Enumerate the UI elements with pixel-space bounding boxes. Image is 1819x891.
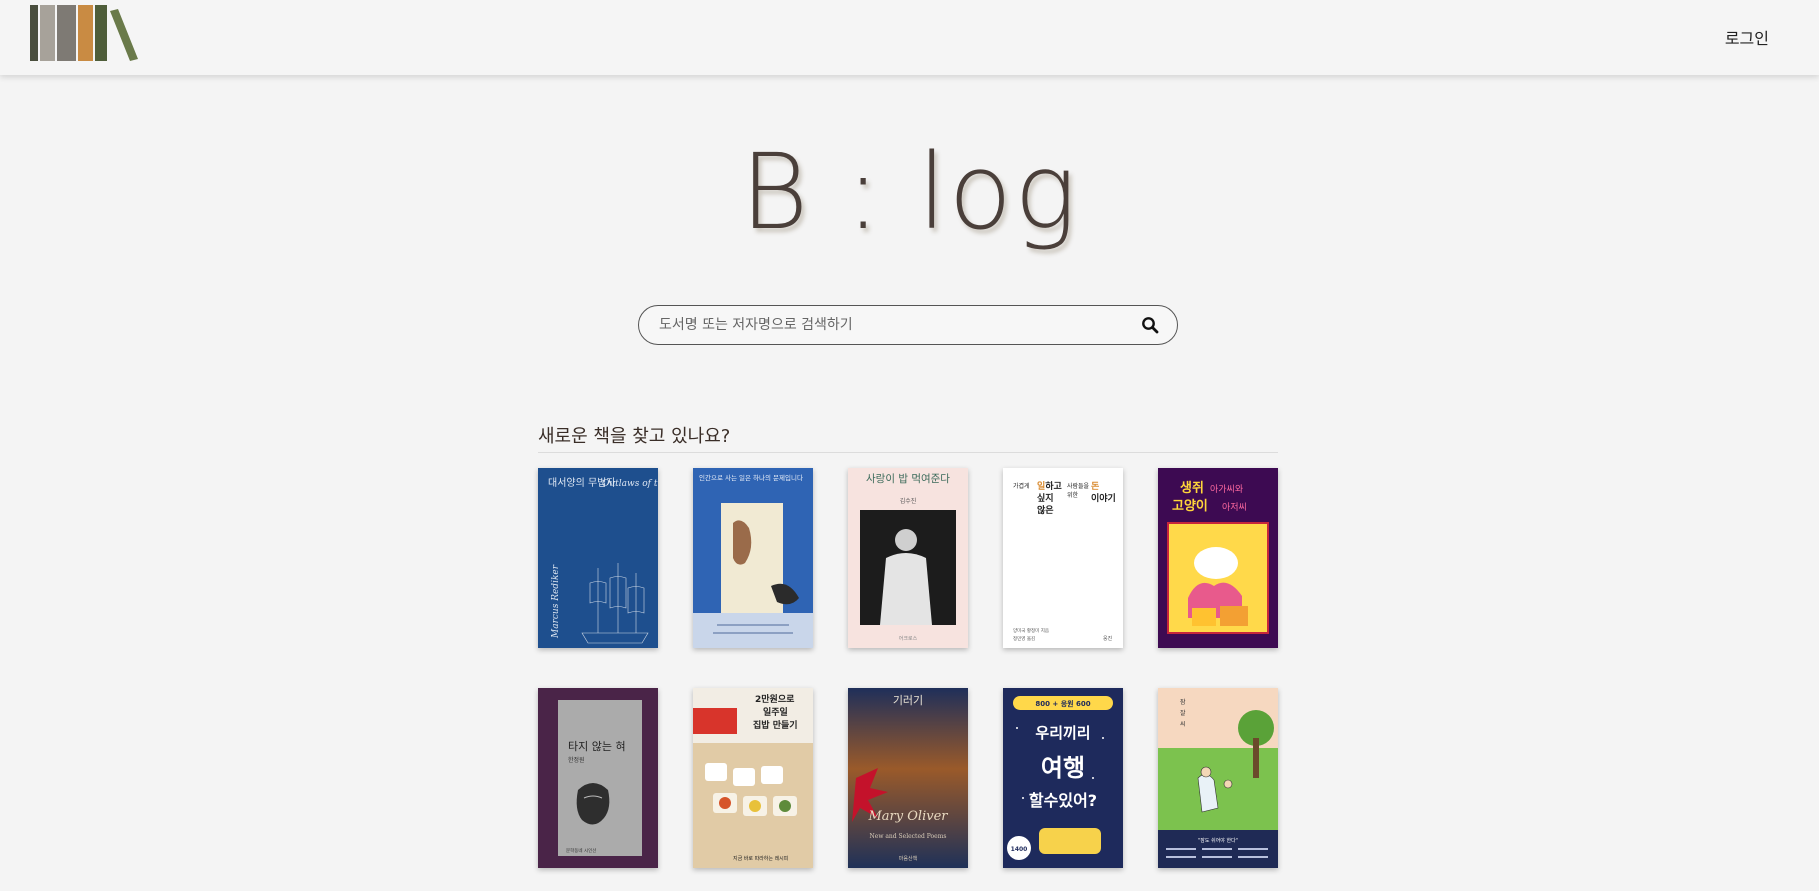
svg-text:사람들을: 사람들을 [1067,482,1090,490]
book-cover-art: 800 + 응원 600 우리끼리 여행 할수있어? 1400 [1003,688,1123,868]
book-cover[interactable]: 2만원으로 일주일 집밥 만들기 지금 바로 따라하는 레시피 [693,688,813,868]
book-cover-art: 인간으로 사는 일은 하나의 문제입니다 [693,468,813,648]
svg-text:않은: 않은 [1037,504,1054,516]
book-cover[interactable]: 800 + 응원 600 우리끼리 여행 할수있어? 1400 [1003,688,1123,868]
book-cover-art: 잠 잘 씨 "잠도 쉬어야 한다" [1158,688,1278,868]
svg-text:생쥐: 생쥐 [1180,481,1204,496]
svg-text:마음산책: 마음산책 [899,855,918,862]
cover-author: 한정원 [568,756,585,764]
logo-spine-1 [30,5,38,61]
svg-text:여행: 여행 [1041,754,1085,782]
cover-title: 타지 않는 혀 [568,740,626,753]
book-cover[interactable]: 인간으로 사는 일은 하나의 문제입니다 [693,468,813,648]
svg-text:지금 바로 따라하는 레시피: 지금 바로 따라하는 레시피 [733,855,788,862]
cover-author: 김수진 [900,497,917,505]
cover-author: Mary Oliver [868,809,949,824]
svg-text:아가씨와: 아가씨와 [1210,483,1243,495]
cover-title: 사랑이 밥 먹여준다 [866,473,950,485]
svg-text:잘: 잘 [1180,709,1186,717]
book-cover-art: 기러기 Mary Oliver New and Selected Poems 마… [848,688,968,868]
svg-text:돈: 돈 [1091,481,1099,492]
svg-text:일주일: 일주일 [763,706,788,718]
book-cover-art: 가겹게 일하고 싶지 않은 사람들을 위한 돈 이야기 양미국 황정미 지음 정… [1003,468,1123,648]
svg-text:고양이: 고양이 [1172,498,1208,514]
book-cover[interactable]: 사랑이 밥 먹여준다 김수진 어크로스 [848,468,968,648]
login-link[interactable]: 로그인 [1725,25,1769,49]
book-cover-art: 대서양의 무법자 Outlaws of the Atlantic Marcus … [538,468,658,648]
book-cover-art: 사랑이 밥 먹여준다 김수진 어크로스 [848,468,968,648]
book-cover-art: 타지 않는 혀 한정원 문학동네 시인선 [538,688,658,868]
logo-spine-2 [40,5,55,61]
cover-title: 인간으로 사는 일은 하나의 문제입니다 [699,473,803,482]
svg-text:가겹게: 가겹게 [1013,482,1030,490]
logo[interactable] [30,5,140,61]
svg-text:집밥 만들기: 집밥 만들기 [753,719,798,731]
svg-text:잠: 잠 [1180,699,1186,706]
cover-subtitle: Outlaws of the Atlantic [602,479,658,489]
book-cover[interactable]: 가겹게 일하고 싶지 않은 사람들을 위한 돈 이야기 양미국 황정미 지음 정… [1003,468,1123,648]
section-title: 새로운 책을 찾고 있나요? [538,426,731,447]
book-cover[interactable]: 생쥐 아가씨와 고양이 아저씨 [1158,468,1278,648]
site-title: B : log [740,131,1079,253]
logo-spine-6 [110,9,138,61]
book-cover[interactable]: 잠 잘 씨 "잠도 쉬어야 한다" [1158,688,1278,868]
book-cover[interactable]: 기러기 Mary Oliver New and Selected Poems 마… [848,688,968,868]
search-icon[interactable] [1141,316,1159,334]
cover-title: 기러기 [893,694,923,707]
svg-text:"잠도 쉬어야 한다": "잠도 쉬어야 한다" [1198,837,1238,844]
svg-text:웅진: 웅진 [1103,635,1113,642]
search-bar [638,305,1178,345]
svg-text:문학동네 시인선: 문학동네 시인선 [566,847,596,854]
svg-text:양미국 황정미 지음: 양미국 황정미 지음 [1013,627,1049,634]
section-divider [538,452,1278,453]
book-cover-art: 2만원으로 일주일 집밥 만들기 지금 바로 따라하는 레시피 [693,688,813,868]
book-cover-art: 생쥐 아가씨와 고양이 아저씨 [1158,468,1278,648]
search-input[interactable] [659,306,1119,344]
svg-text:2만원으로: 2만원으로 [755,693,795,705]
svg-text:일하고: 일하고 [1037,480,1062,492]
book-cover[interactable]: 대서양의 무법자 Outlaws of the Atlantic Marcus … [538,468,658,648]
logo-spine-5 [95,5,107,61]
top-header: 로그인 [0,0,1819,75]
svg-text:어크로스: 어크로스 [899,635,918,642]
svg-text:할수있어?: 할수있어? [1029,791,1097,810]
book-cover[interactable]: 타지 않는 혀 한정원 문학동네 시인선 [538,688,658,868]
svg-text:위한: 위한 [1067,491,1079,499]
cover-author: Marcus Rediker [551,564,561,639]
svg-text:아저씨: 아저씨 [1222,502,1247,513]
cover-subtitle: New and Selected Poems [870,833,947,840]
svg-text:우리끼리: 우리끼리 [1035,724,1090,742]
cover-badge: 1400 [1011,846,1028,853]
svg-text:씨: 씨 [1180,721,1186,728]
svg-text:800 + 응원 600: 800 + 응원 600 [1035,699,1090,708]
logo-spine-4 [78,5,93,61]
svg-text:싶지: 싶지 [1037,492,1054,504]
svg-text:정민영 옮김: 정민영 옮김 [1013,635,1035,642]
logo-spine-3 [57,5,76,61]
svg-text:이야기: 이야기 [1091,492,1116,504]
